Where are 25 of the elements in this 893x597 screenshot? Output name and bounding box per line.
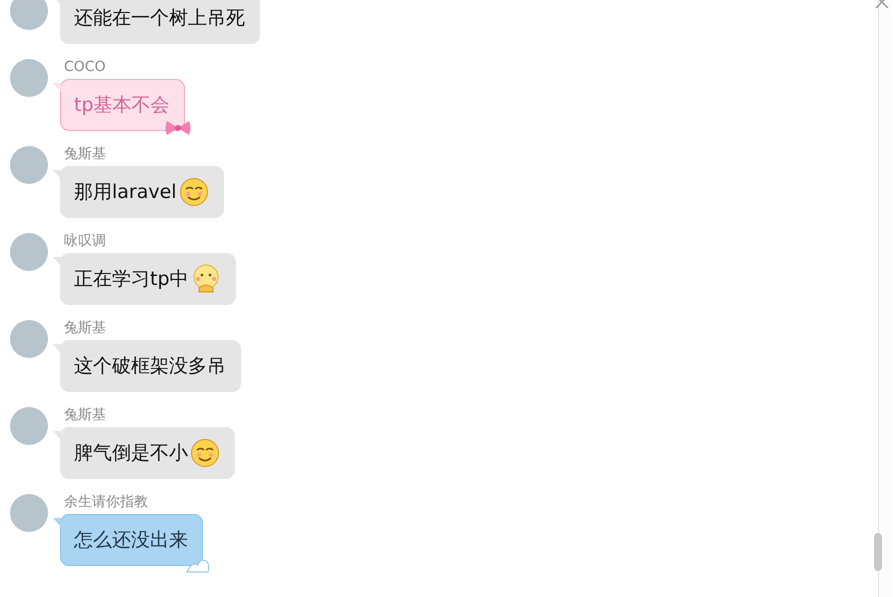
avatar-photo-placeholder (10, 233, 48, 271)
avatar-photo-placeholder (10, 59, 48, 97)
sender-name: 咏叹调 (63, 233, 107, 250)
sender-name: 兔斯基 (63, 320, 107, 337)
message-text: tp基本不会 (74, 93, 170, 118)
avatar-photo-placeholder (10, 320, 48, 358)
message-text: 还能在一个树上吊死 (74, 6, 245, 31)
scrollbar-thumb[interactable] (874, 533, 882, 571)
sender-name: 兔斯基 (63, 407, 107, 424)
message-text: 这个破框架没多吊 (74, 354, 226, 379)
message-text: 那用laravel (74, 180, 177, 205)
thinking-face-icon (190, 264, 221, 294)
message-text: 脾气倒是不小 (74, 441, 188, 466)
smiley-icon (178, 177, 209, 207)
sender-name: 余生请你指教 (63, 494, 149, 511)
sender-name: COCO (63, 59, 107, 76)
bow-icon (164, 118, 192, 138)
avatar-photo-placeholder (10, 494, 48, 532)
message-text: 正在学习tp中 (74, 267, 189, 292)
message-text: 怎么还没出来 (74, 528, 188, 553)
avatar-photo-placeholder (10, 146, 48, 184)
avatar-photo-placeholder (10, 0, 48, 30)
avatar-photo-placeholder (10, 407, 48, 445)
smiley-icon (190, 438, 220, 468)
sender-name: 兔斯基 (63, 146, 107, 163)
